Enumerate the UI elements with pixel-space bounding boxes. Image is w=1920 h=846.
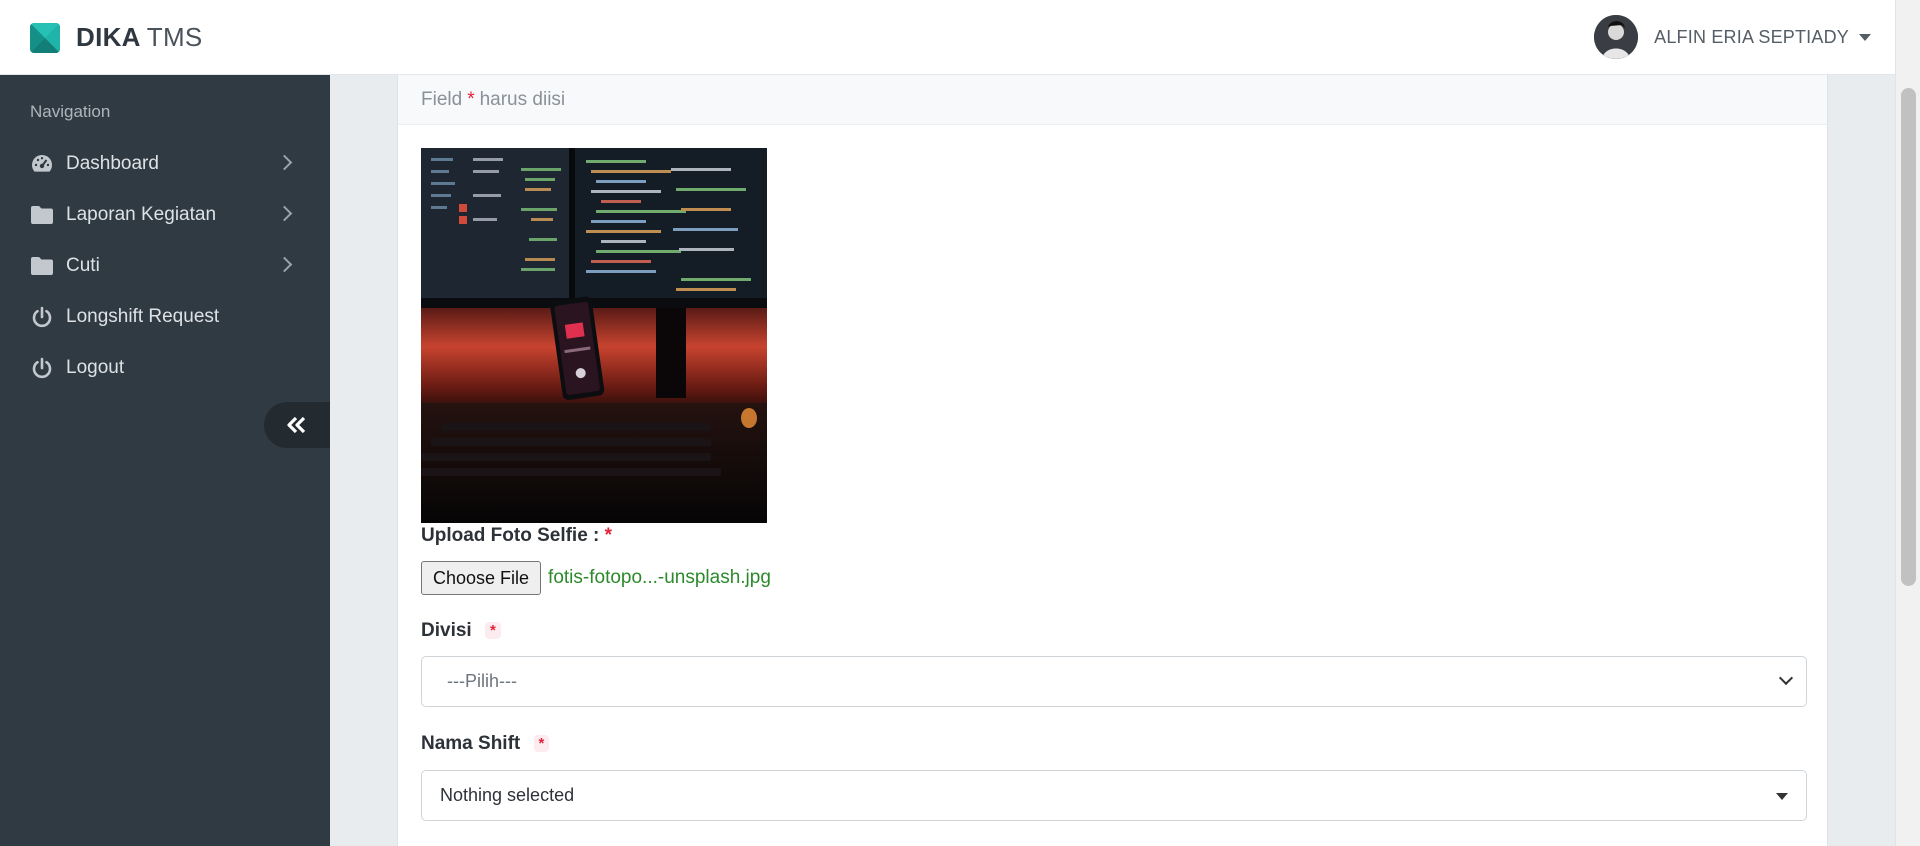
- brand-name-light: TMS: [146, 22, 203, 52]
- power-icon: [30, 305, 54, 329]
- nav-heading: Navigation: [30, 102, 111, 121]
- brand-name-bold: DIKA: [76, 22, 141, 52]
- chevron-right-icon: [276, 256, 293, 273]
- avatar: [1594, 15, 1639, 59]
- upload-selfie-label-text: Upload Foto Selfie :: [421, 525, 600, 546]
- sidebar-item-logout[interactable]: Logout: [0, 342, 330, 393]
- chevron-right-icon: [276, 205, 293, 222]
- sidebar: Navigation Dashboard Laporan Kegiatan Cu…: [0, 75, 330, 846]
- sidebar-item-longshift-request[interactable]: Longshift Request: [0, 291, 330, 342]
- divisi-label: Divisi *: [421, 620, 501, 642]
- selfie-preview-image: [421, 148, 767, 523]
- nav-list: Dashboard Laporan Kegiatan Cuti Longshif…: [0, 138, 330, 393]
- user-menu[interactable]: ALFIN ERIA SEPTIADY: [1594, 15, 1871, 59]
- brand-name: DIKA TMS: [76, 22, 203, 53]
- required-note-prefix: Field: [421, 88, 463, 110]
- sidebar-item-label: Cuti: [66, 254, 100, 276]
- user-name: ALFIN ERIA SEPTIADY: [1654, 26, 1849, 47]
- required-note: Field * harus diisi: [398, 75, 1827, 125]
- sidebar-item-label: Longshift Request: [66, 305, 220, 327]
- required-badge: *: [533, 735, 550, 753]
- sidebar-item-laporan-kegiatan[interactable]: Laporan Kegiatan: [0, 189, 330, 240]
- scrollbar-thumb[interactable]: [1901, 88, 1916, 586]
- chevron-down-icon: [1778, 670, 1794, 686]
- dashboard-gauge-icon: [30, 152, 54, 176]
- sidebar-item-label: Logout: [66, 356, 125, 378]
- form-card: Field * harus diisi Upload Foto Selfie:…: [397, 75, 1828, 846]
- required-note-star: *: [467, 88, 475, 110]
- upload-selfie-label: Upload Foto Selfie : *: [421, 525, 612, 547]
- selected-file-name: fotis-fotopo...-unsplash.jpg: [548, 567, 771, 588]
- power-icon: [30, 356, 54, 380]
- required-mark: *: [604, 525, 613, 546]
- nama-shift-label-text: Nama Shift: [421, 733, 521, 754]
- caret-down-icon: [1859, 33, 1871, 41]
- divisi-select[interactable]: ---Pilih---: [421, 656, 1807, 707]
- sidebar-item-dashboard[interactable]: Dashboard: [0, 138, 330, 189]
- divisi-select-value: ---Pilih---: [447, 671, 517, 691]
- chevron-right-icon: [276, 154, 293, 171]
- page-scrollbar[interactable]: [1895, 0, 1920, 846]
- brand-logo-icon: [30, 22, 60, 53]
- choose-file-button[interactable]: Choose File: [421, 561, 542, 595]
- top-header: DIKA TMS ALFIN ERIA SEPTIADY: [0, 0, 1895, 75]
- folder-icon: [30, 254, 54, 278]
- divisi-label-text: Divisi: [421, 620, 472, 641]
- double-chevron-left-icon: [287, 416, 306, 434]
- nama-shift-select[interactable]: Nothing selected: [421, 770, 1807, 821]
- required-note-suffix: harus diisi: [479, 88, 566, 110]
- required-badge: *: [484, 622, 501, 640]
- sidebar-collapse-button[interactable]: [264, 402, 330, 448]
- folder-icon: [30, 203, 54, 227]
- brand[interactable]: DIKA TMS: [30, 22, 203, 53]
- sidebar-item-label: Dashboard: [66, 152, 159, 174]
- caret-down-icon: [1776, 793, 1788, 800]
- file-input[interactable]: Choose File fotis-fotopo...-unsplash.jpg: [421, 561, 771, 595]
- sidebar-item-cuti[interactable]: Cuti: [0, 240, 330, 291]
- sidebar-item-label: Laporan Kegiatan: [66, 203, 217, 225]
- nama-shift-label: Nama Shift *: [421, 733, 550, 755]
- nama-shift-select-value: Nothing selected: [440, 785, 575, 805]
